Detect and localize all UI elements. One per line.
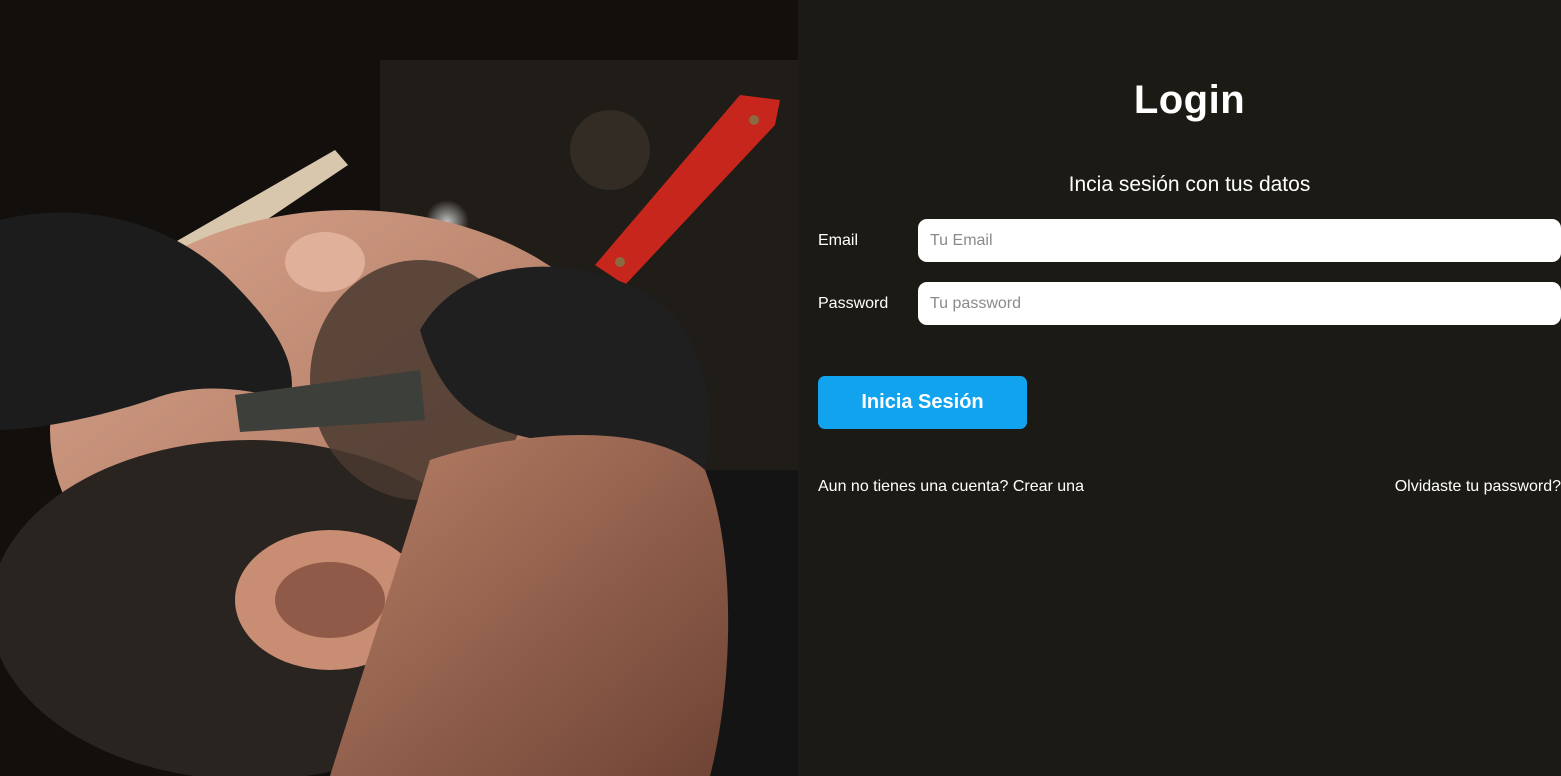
barber-photo-illustration [0, 0, 798, 776]
page-title: Login [1133, 78, 1246, 122]
auth-links: Aun no tienes una cuenta? Crear una Olvi… [818, 478, 1561, 496]
password-row: Password [818, 282, 1561, 325]
password-label: Password [818, 294, 889, 312]
forgot-password-link[interactable]: Olvidaste tu password? [1395, 478, 1561, 496]
login-panel: Login Incia sesión con tus datos Email P… [798, 0, 1561, 776]
login-page: Login Incia sesión con tus datos Email P… [0, 0, 1561, 776]
email-label: Email [818, 231, 859, 249]
password-field[interactable] [918, 282, 1561, 325]
hero-image [0, 0, 798, 776]
create-account-link[interactable]: Aun no tienes una cuenta? Crear una [818, 478, 1084, 496]
login-button[interactable]: Inicia Sesión [818, 376, 1027, 429]
login-subtitle: Incia sesión con tus datos [1068, 173, 1311, 196]
email-row: Email [818, 219, 1561, 262]
email-field[interactable] [918, 219, 1561, 262]
